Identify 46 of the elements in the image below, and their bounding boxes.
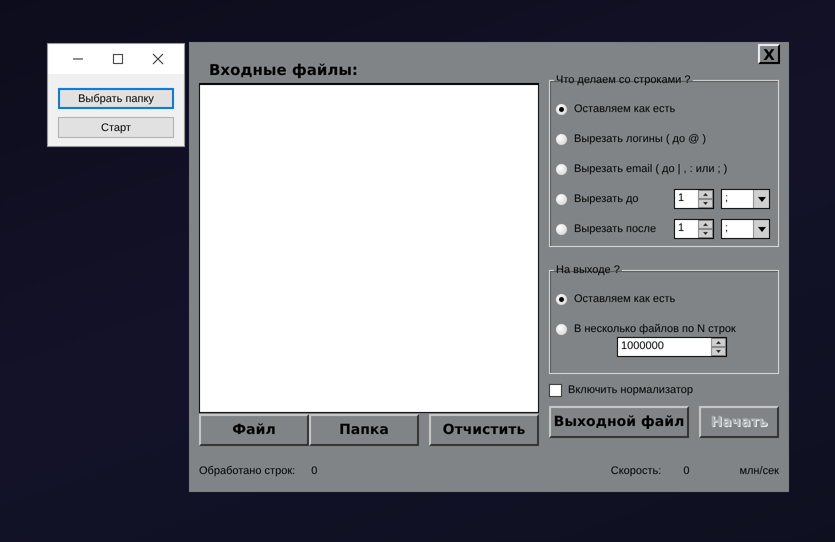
output-file-button[interactable]: Выходной файл [549, 406, 689, 438]
lines-spinner[interactable]: 1000000 [617, 337, 727, 357]
option-label: Вырезать до [574, 193, 639, 205]
radio-button[interactable] [556, 224, 567, 234]
input-files-title: Входные файлы: [209, 61, 358, 79]
radio-button[interactable] [556, 324, 567, 334]
down-arrow-icon[interactable] [703, 202, 708, 205]
speed-value: 0 [683, 465, 690, 477]
separator-dropdown[interactable]: ; [721, 219, 770, 239]
normalizer-label: Включить нормализатор [568, 384, 694, 396]
start-button[interactable]: Старт [58, 117, 174, 138]
choose-folder-button[interactable]: Выбрать папку [58, 88, 174, 109]
option-label: Оставляем как есть [574, 293, 676, 305]
number-spinner[interactable]: 1 [674, 189, 714, 209]
close-icon[interactable] [152, 53, 164, 65]
checkbox[interactable] [549, 384, 562, 396]
option-label: Вырезать email ( до | , : или ; ) [574, 163, 728, 175]
down-arrow-icon[interactable] [703, 232, 708, 235]
down-arrow-icon[interactable] [716, 350, 721, 353]
groupbox-title: Что делаем со строками ? [555, 74, 692, 86]
dropdown-arrow-icon[interactable] [758, 196, 766, 202]
speed-unit: млн/сек [739, 465, 779, 477]
dropdown-arrow-icon[interactable] [758, 226, 766, 232]
separator-dropdown[interactable]: ; [721, 189, 770, 209]
radio-button[interactable] [556, 164, 567, 174]
option-label: В несколько файлов по N строк [574, 323, 736, 335]
file-button[interactable]: Файл [199, 414, 309, 446]
number-spinner[interactable]: 1 [674, 219, 714, 239]
processed-label: Обработано строк: [199, 465, 296, 477]
close-button[interactable]: X [758, 44, 780, 64]
speed-label: Скорость: [610, 465, 662, 477]
option-label: Оставляем как есть [574, 103, 676, 115]
processed-value: 0 [311, 465, 318, 477]
groupbox-title: На выходе ? [555, 264, 621, 276]
option-label: Вырезать после [574, 223, 656, 235]
up-arrow-icon[interactable] [703, 223, 708, 226]
clear-button[interactable]: Отчистить [429, 414, 539, 446]
radio-button[interactable] [556, 294, 567, 304]
up-arrow-icon[interactable] [716, 341, 721, 344]
radio-button[interactable] [556, 194, 567, 204]
up-arrow-icon[interactable] [703, 193, 708, 196]
radio-button[interactable] [556, 134, 567, 144]
radio-button[interactable] [556, 104, 567, 114]
maximize-icon[interactable] [112, 53, 124, 65]
option-label: Вырезать логины ( до @ ) [574, 133, 706, 145]
folder-button[interactable]: Папка [309, 414, 419, 446]
